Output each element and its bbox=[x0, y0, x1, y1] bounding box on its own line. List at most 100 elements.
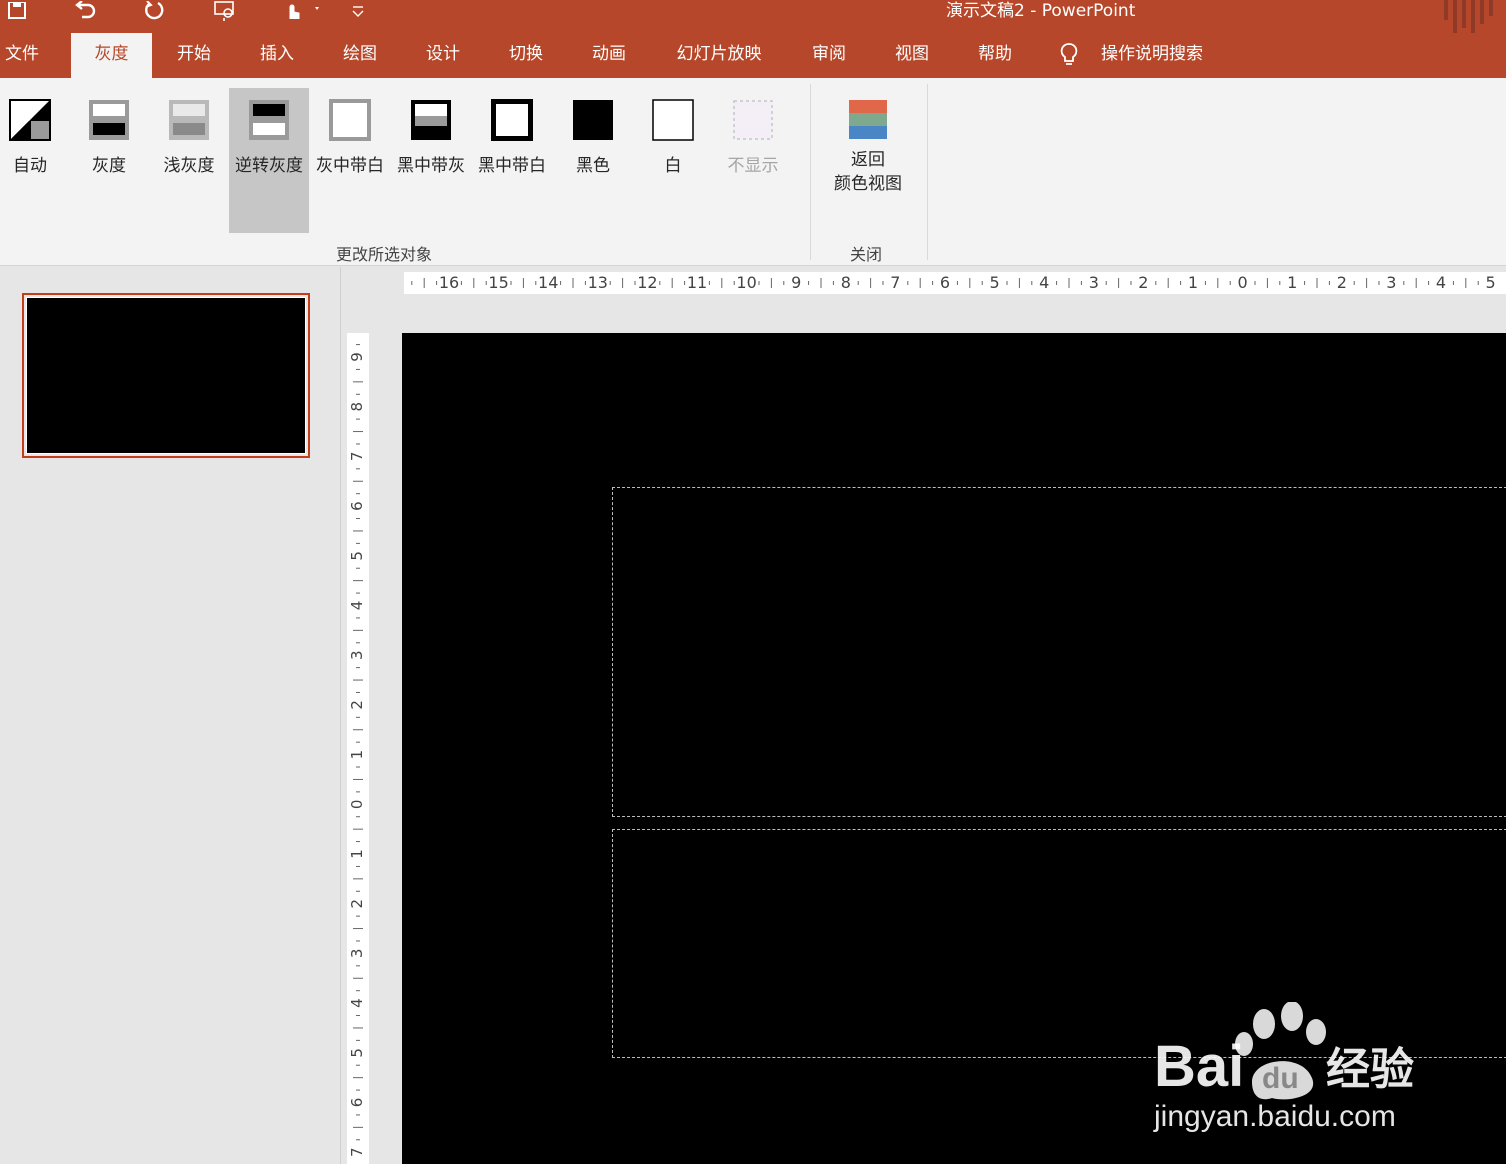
black-icon bbox=[573, 100, 613, 140]
tab-review[interactable]: 审阅 bbox=[799, 33, 859, 78]
touch-mode-icon[interactable] bbox=[275, 0, 325, 22]
title-placeholder[interactable] bbox=[612, 487, 1506, 817]
tab-grayscale[interactable]: 灰度 bbox=[71, 33, 152, 78]
gray-with-white-fill-icon bbox=[329, 99, 371, 141]
ruler-label: 1 bbox=[348, 849, 366, 859]
tab-file[interactable]: 文件 bbox=[0, 33, 44, 78]
gray-with-white-fill-label: 灰中带白 bbox=[316, 156, 384, 176]
tab-slideshow[interactable]: 幻灯片放映 bbox=[662, 33, 776, 78]
ruler-label: 0 bbox=[1238, 273, 1248, 292]
tab-help[interactable]: 帮助 bbox=[965, 33, 1025, 78]
ruler-label: 13 bbox=[588, 273, 608, 292]
window-title: 演示文稿2 - PowerPoint bbox=[946, 1, 1136, 21]
baidu-jingyan-watermark: Bai du 经验 jingyan.baidu.com bbox=[1153, 1002, 1414, 1133]
ruler-label: 2 bbox=[1337, 273, 1347, 292]
auto-grayscale-icon bbox=[9, 99, 51, 141]
ruler-label: 4 bbox=[1039, 273, 1049, 292]
ruler-label: 10 bbox=[736, 273, 756, 292]
ruler-label: 12 bbox=[637, 273, 657, 292]
ruler-label: 7 bbox=[348, 1147, 366, 1157]
light-grayscale-label: 浅灰度 bbox=[163, 156, 215, 176]
watermark-url: jingyan.baidu.com bbox=[1153, 1100, 1396, 1133]
ruler-label: 9 bbox=[791, 273, 801, 292]
ruler-label: 2 bbox=[348, 700, 366, 710]
ruler-label: 6 bbox=[348, 1098, 366, 1108]
ruler-label: 4 bbox=[1436, 273, 1446, 292]
watermark-brand-du: du bbox=[1262, 1062, 1299, 1095]
dont-show-label: 不显示 bbox=[727, 156, 779, 176]
close-group-label: 关闭 bbox=[850, 245, 883, 264]
watermark-suffix: 经验 bbox=[1326, 1044, 1414, 1095]
change-selected-objects-group-label: 更改所选对象 bbox=[336, 245, 433, 264]
ruler-label: 8 bbox=[348, 402, 366, 412]
white-label: 白 bbox=[664, 156, 682, 176]
black-with-white-fill-button[interactable]: 黑中带白 bbox=[472, 88, 552, 233]
dont-show-icon bbox=[733, 100, 773, 140]
ruler-label: 3 bbox=[1089, 273, 1099, 292]
powerpoint-window: 演示文稿2 - PowerPoint 文件 灰度 开始 插入 绘图 设计 切换 … bbox=[0, 0, 1506, 1164]
ruler-label: 7 bbox=[890, 273, 900, 292]
grayscale-icon bbox=[89, 100, 129, 140]
tab-home[interactable]: 开始 bbox=[164, 33, 224, 78]
customize-qat-icon[interactable] bbox=[343, 0, 373, 22]
ruler-label: 14 bbox=[538, 273, 558, 292]
slide-thumbnails-pane bbox=[0, 267, 341, 1164]
redo-icon[interactable] bbox=[139, 0, 169, 22]
ruler-label: 16 bbox=[439, 273, 459, 292]
inverse-grayscale-label: 逆转灰度 bbox=[235, 156, 303, 176]
light-grayscale-icon bbox=[169, 100, 209, 140]
color-view-icon bbox=[849, 100, 887, 139]
black-with-white-fill-icon bbox=[491, 99, 533, 141]
auto-label: 自动 bbox=[13, 156, 47, 176]
grayscale-button[interactable]: 灰度 bbox=[69, 88, 149, 233]
ruler-label: 2 bbox=[348, 899, 366, 909]
back-label-line1: 返回 bbox=[851, 150, 885, 170]
present-from-start-icon[interactable] bbox=[210, 0, 240, 22]
grayscale-label: 灰度 bbox=[92, 156, 126, 176]
black-with-grayscale-fill-button[interactable]: 黑中带灰 bbox=[391, 88, 471, 233]
ruler-label: 1 bbox=[1188, 273, 1198, 292]
ruler-label: 6 bbox=[940, 273, 950, 292]
ruler-label: 5 bbox=[1486, 273, 1496, 292]
tab-animations[interactable]: 动画 bbox=[579, 33, 639, 78]
back-to-color-view-button[interactable]: 返回 颜色视图 bbox=[828, 88, 908, 233]
inverse-grayscale-icon bbox=[249, 100, 289, 140]
ruler-label: 3 bbox=[348, 650, 366, 660]
ruler-label: 4 bbox=[348, 601, 366, 611]
ruler-label: 1 bbox=[1287, 273, 1297, 292]
tab-transitions[interactable]: 切换 bbox=[496, 33, 556, 78]
black-button[interactable]: 黑色 bbox=[553, 88, 633, 233]
ruler-label: 15 bbox=[488, 273, 508, 292]
gray-with-white-fill-button[interactable]: 灰中带白 bbox=[310, 88, 390, 233]
tell-me-search[interactable]: 操作说明搜索 bbox=[1092, 33, 1212, 78]
ruler-label: 2 bbox=[1138, 273, 1148, 292]
ruler-label: 5 bbox=[348, 551, 366, 561]
tab-insert[interactable]: 插入 bbox=[247, 33, 307, 78]
tab-design[interactable]: 设计 bbox=[413, 33, 473, 78]
inverse-grayscale-button[interactable]: 逆转灰度 bbox=[229, 88, 309, 233]
ruler-label: 4 bbox=[348, 998, 366, 1008]
dont-show-button: 不显示 bbox=[713, 88, 793, 233]
slide-thumbnail-1[interactable] bbox=[22, 293, 310, 458]
back-label-line2: 颜色视图 bbox=[834, 174, 902, 194]
black-with-grayscale-fill-icon bbox=[411, 100, 451, 140]
black-label: 黑色 bbox=[576, 156, 610, 176]
ribbon-group-separator bbox=[927, 84, 928, 260]
back-to-color-view-label: 返回 颜色视图 bbox=[828, 148, 908, 196]
white-button[interactable]: 白 bbox=[633, 88, 713, 233]
lightbulb-icon[interactable] bbox=[1058, 42, 1080, 68]
ruler-label: 5 bbox=[990, 273, 1000, 292]
title-bar: 演示文稿2 - PowerPoint bbox=[0, 0, 1506, 44]
save-icon[interactable] bbox=[2, 0, 32, 22]
tab-view[interactable]: 视图 bbox=[882, 33, 942, 78]
auto-button[interactable]: 自动 bbox=[0, 88, 70, 233]
light-grayscale-button[interactable]: 浅灰度 bbox=[149, 88, 229, 233]
tab-draw[interactable]: 绘图 bbox=[330, 33, 390, 78]
ruler-label: 1 bbox=[348, 750, 366, 760]
ruler-label: 3 bbox=[1386, 273, 1396, 292]
ruler-label: 5 bbox=[348, 1048, 366, 1058]
undo-icon[interactable] bbox=[70, 0, 100, 22]
ruler-label: 8 bbox=[841, 273, 851, 292]
vertical-ruler[interactable]: 9 8 7 6 5 4 3 2 1 0 1 2 3 4 5 6 7 bbox=[347, 333, 369, 1164]
horizontal-ruler[interactable]: 16 15 14 13 12 11 10 9 8 7 6 5 4 3 2 1 0 1 2 3 4 5 bbox=[404, 272, 1506, 294]
